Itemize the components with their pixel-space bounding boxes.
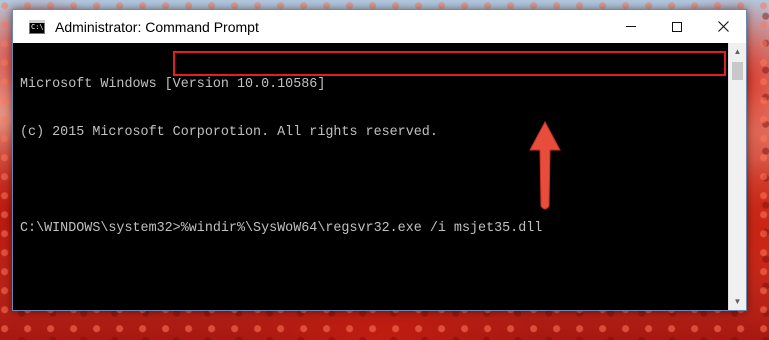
title-bar[interactable]: C:\ Administrator: Command Prompt	[13, 10, 746, 43]
command-highlight-box	[173, 51, 726, 76]
close-button[interactable]	[700, 10, 746, 43]
console-line: (c) 2015 Microsoft Corporotion. All righ…	[20, 125, 438, 140]
window-title: Administrator: Command Prompt	[55, 18, 259, 35]
command-line[interactable]: C:\WINDOWS\system32>%windir%\SysWoW64\re…	[20, 221, 728, 237]
console-line: Microsoft Windows [Version 10.0.10586]	[20, 77, 326, 92]
maximize-icon	[672, 21, 682, 32]
minimize-icon	[626, 26, 636, 27]
chevron-down-icon: ▼	[733, 297, 742, 306]
window-controls	[608, 10, 746, 43]
scroll-thumb[interactable]	[732, 62, 743, 80]
close-icon	[717, 21, 729, 32]
minimize-button[interactable]	[608, 10, 654, 43]
vertical-scrollbar[interactable]: ▲ ▼	[728, 43, 746, 310]
scroll-down-button[interactable]: ▼	[729, 293, 746, 310]
maximize-button[interactable]	[654, 10, 700, 43]
chevron-up-icon: ▲	[733, 47, 742, 56]
cmd-icon[interactable]: C:\	[29, 19, 45, 34]
scroll-up-button[interactable]: ▲	[729, 43, 746, 60]
console-output[interactable]: Microsoft Windows [Version 10.0.10586] (…	[13, 43, 728, 310]
pointer-arrow-icon	[529, 120, 561, 210]
